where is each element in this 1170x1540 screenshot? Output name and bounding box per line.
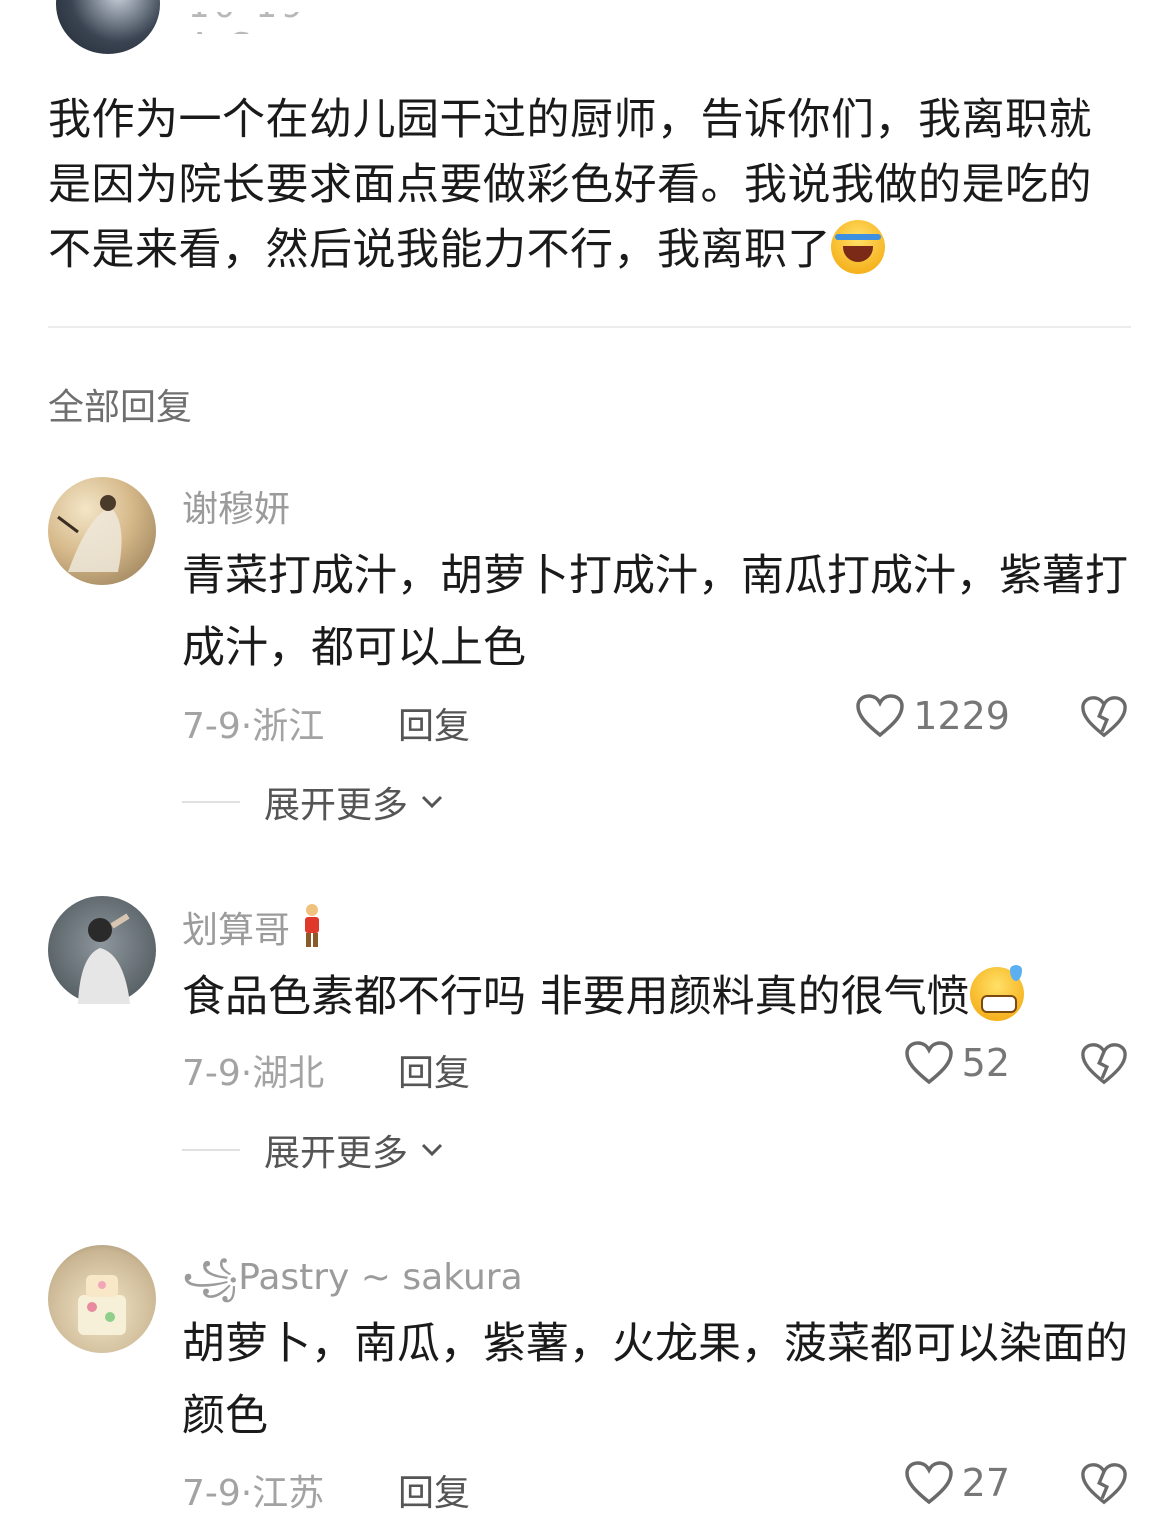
broken-heart-icon[interactable]	[1080, 1040, 1128, 1088]
comment-author-name[interactable]: 划算哥	[182, 901, 324, 953]
rolling-on-floor-laughing-emoji	[831, 220, 885, 274]
like-count: 52	[961, 1041, 1010, 1085]
chevron-down-icon	[421, 1143, 443, 1157]
comment-meta: 7-9·江苏	[182, 1464, 324, 1516]
comment-body: 食品色素都不行吗 非要用颜料真的很气愤	[182, 961, 1132, 1033]
comment-date: 7-9·	[182, 1053, 253, 1094]
expand-divider-line	[182, 1149, 240, 1151]
comment-body: 胡萝卜，南瓜，紫薯，火龙果，菠菜都可以染面的颜色	[182, 1319, 1128, 1441]
comment-date: 7-9·	[182, 1473, 253, 1514]
grinning-sweat-emoji	[969, 965, 1024, 1021]
name-prefix-symbol: ꧁	[182, 1257, 239, 1298]
post-content: 我作为一个在幼儿园干过的厨师，告诉你们，我离职就是因为院长要求面点要做彩色好看。…	[48, 95, 1092, 275]
comment-author-name-text: 划算哥	[182, 910, 291, 951]
broken-heart-icon[interactable]	[1080, 1460, 1128, 1508]
person-standing-emoji	[300, 904, 324, 948]
like-count: 1229	[913, 694, 1010, 738]
comment-location: 湖北	[252, 1053, 325, 1094]
reply-button[interactable]: 回复	[398, 1044, 470, 1096]
comment-location: 江苏	[252, 1473, 325, 1514]
avatar[interactable]	[48, 477, 156, 585]
chevron-down-icon	[421, 795, 443, 809]
divider	[48, 326, 1131, 328]
comment-date: 7-9·	[182, 706, 253, 747]
expand-more-label: 展开更多	[264, 785, 409, 826]
reply-button[interactable]: 回复	[398, 1464, 470, 1516]
avatar-illustration	[78, 913, 130, 1004]
post-author-avatar[interactable]	[56, 0, 160, 54]
avatar[interactable]	[48, 1245, 156, 1353]
comment-meta: 7-9·湖北	[182, 1044, 324, 1096]
comment-location: 浙江	[252, 706, 325, 747]
comment-body-text: 食品色素都不行吗 非要用颜料真的很气愤	[182, 972, 970, 1022]
replies-section-title: 全部回复	[48, 387, 193, 428]
like-button[interactable]: 1229	[855, 693, 1010, 739]
avatar-illustration	[78, 1275, 126, 1335]
like-count: 27	[961, 1461, 1010, 1505]
comment-meta: 7-9·浙江	[182, 697, 324, 749]
avatar[interactable]	[48, 896, 156, 1004]
comment-author-name-text: Pastry ~ sakura	[238, 1257, 523, 1298]
comment-body: 青菜打成汁，胡萝卜打成汁，南瓜打成汁，紫薯打成汁，都可以上色	[182, 551, 1128, 673]
heart-icon	[856, 694, 905, 738]
reply-button[interactable]: 回复	[398, 697, 470, 749]
heart-icon	[904, 1041, 953, 1085]
broken-heart-icon[interactable]	[1080, 693, 1128, 741]
heart-icon	[904, 1461, 953, 1505]
expand-more-label: 展开更多	[264, 1133, 409, 1174]
like-button[interactable]: 27	[904, 1460, 1010, 1506]
expand-more-button[interactable]: 展开更多	[182, 776, 444, 828]
like-button[interactable]: 52	[904, 1040, 1010, 1086]
expand-more-button[interactable]: 展开更多	[182, 1124, 444, 1176]
expand-divider-line	[182, 801, 240, 803]
post-author-name: 10-19 A·S	[188, 12, 328, 34]
avatar-illustration	[57, 495, 122, 572]
comment-author-name[interactable]: 谢穆妍	[182, 480, 290, 532]
